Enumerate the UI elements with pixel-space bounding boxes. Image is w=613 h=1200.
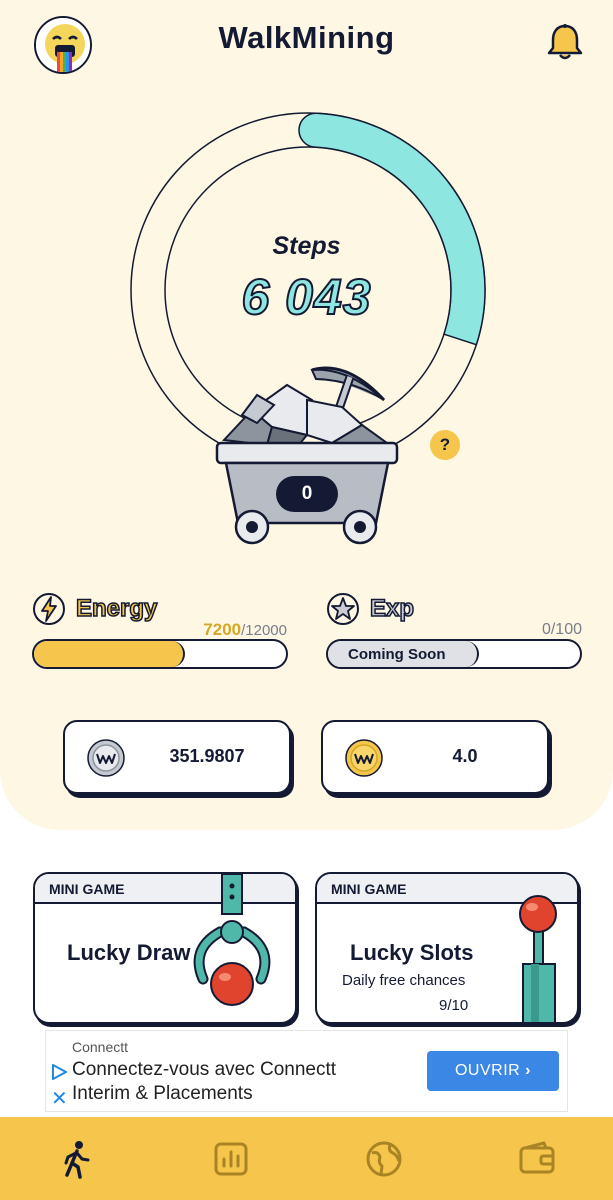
wallet-icon[interactable] (517, 1139, 557, 1179)
ad-headline: Connectez-vous avec Connectt (72, 1059, 337, 1080)
ad-close-icon[interactable]: ✕ (51, 1089, 68, 1109)
bell-icon[interactable] (546, 22, 584, 62)
exp-bar: Coming Soon (326, 639, 582, 669)
ad-open-label: OUVRIR (454, 1062, 521, 1079)
chevron-right-icon: › (525, 1062, 531, 1079)
lucky-slots-subtitle: Daily free chances (342, 972, 466, 989)
energy-count: 7200/12000 (150, 620, 287, 640)
silver-balance-value: 351.9807 (169, 746, 245, 766)
steps-label: Steps (272, 232, 341, 260)
claw-machine-icon (193, 874, 271, 1006)
gold-balance-card[interactable]: 4.0 (321, 720, 549, 794)
app-title: WalkMining (218, 20, 395, 55)
lucky-slots-count: 9/10 (439, 997, 469, 1014)
cart-count-badge: 0 (276, 476, 338, 512)
exp-header: Exp (326, 592, 415, 626)
walk-icon[interactable] (56, 1139, 96, 1179)
bottom-tab-bar (0, 1117, 613, 1200)
gold-balance-value: 4.0 (452, 746, 478, 766)
lucky-slots-card[interactable]: MINI GAME Lucky Slots Daily free chances… (315, 872, 579, 1024)
silver-balance-card[interactable]: 351.9807 (63, 720, 291, 794)
gold-coin-icon (345, 739, 383, 777)
energy-bar-fill (34, 641, 186, 667)
energy-max: /12000 (241, 622, 287, 639)
lucky-slots-title: Lucky Slots (350, 940, 474, 965)
energy-label: Energy (75, 594, 158, 623)
steps-value: 6 043 (240, 268, 372, 326)
ad-brand: Connectt (72, 1039, 129, 1055)
ad-open-button[interactable]: OUVRIR › (427, 1051, 559, 1091)
exp-count: 0/100 (541, 621, 582, 638)
lightning-icon (33, 593, 65, 625)
mine-cart-illustration[interactable] (212, 355, 402, 550)
globe-icon[interactable] (364, 1139, 404, 1179)
lucky-draw-card[interactable]: MINI GAME Lucky Draw (33, 872, 297, 1024)
help-button[interactable]: ? (430, 430, 460, 460)
silver-coin-icon (87, 739, 125, 777)
exp-bar-text: Coming Soon (348, 646, 446, 663)
slot-lever-icon (519, 895, 557, 1022)
energy-bar (32, 639, 288, 669)
star-icon (327, 593, 359, 625)
lucky-draw-title: Lucky Draw (67, 940, 191, 965)
ad-subheadline: Interim & Placements (72, 1083, 253, 1104)
ad-banner[interactable]: Connectt Connectez-vous avec Connectt In… (45, 1030, 568, 1112)
exp-label: Exp (369, 594, 415, 623)
energy-header: Energy (32, 592, 158, 626)
stats-icon[interactable] (211, 1139, 251, 1179)
ad-choices-icon[interactable] (50, 1063, 68, 1081)
energy-current: 7200 (203, 620, 242, 639)
